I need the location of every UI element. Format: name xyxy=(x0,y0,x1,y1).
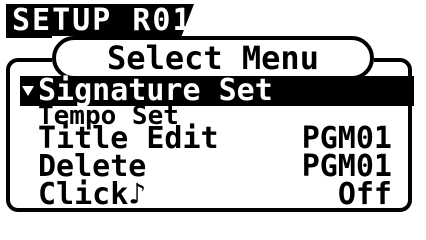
cursor-icon xyxy=(22,86,34,96)
menu-item-label: Click♪ xyxy=(38,177,147,212)
lcd-screen: SETUP R01 Select Menu Signature Set Temp… xyxy=(0,0,426,220)
menu-item-value: Off xyxy=(337,177,392,212)
menu-item-click[interactable]: Click♪ Off xyxy=(20,180,414,210)
page-title: SETUP R01 xyxy=(12,3,193,38)
